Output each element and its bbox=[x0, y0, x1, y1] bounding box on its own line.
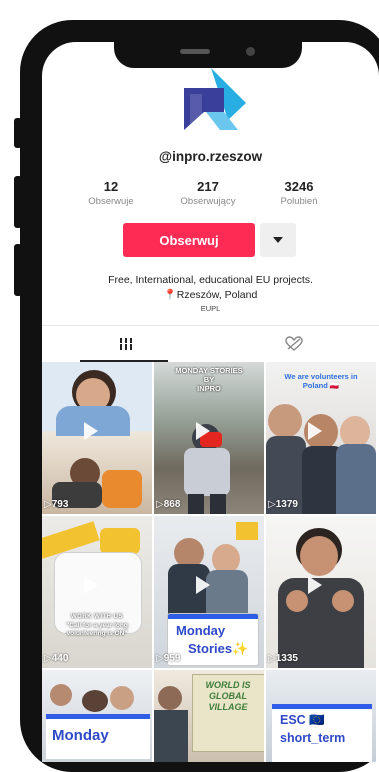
stat-followers[interactable]: 217 Obserwujący bbox=[163, 179, 253, 207]
video-tile[interactable]: Monday bbox=[42, 670, 152, 762]
video-title-overlay: MONDAY STORIES BY INPRO bbox=[160, 366, 258, 393]
stat-likes: 3246 Polubień bbox=[254, 179, 344, 207]
caret-down-icon bbox=[273, 237, 283, 243]
card-line: Stories✨ bbox=[188, 641, 249, 656]
profile-tabs bbox=[42, 325, 379, 362]
video-grid: ▷793 MONDAY STORIES BY INPRO ▷868 We are… bbox=[42, 362, 379, 762]
phone-screen: @inpro.rzeszow 12 Obserwuje 217 Obserwuj… bbox=[42, 42, 379, 762]
video-views: ▷868 bbox=[156, 499, 181, 510]
card-line: short_term bbox=[280, 731, 346, 745]
front-camera bbox=[246, 47, 255, 56]
card-line: Monday bbox=[176, 623, 226, 638]
play-icon bbox=[196, 422, 210, 440]
video-views: ▷1379 bbox=[268, 499, 298, 510]
follow-button[interactable]: Obserwuj bbox=[123, 223, 255, 257]
card-line: Monday bbox=[52, 727, 109, 744]
profile-username: @inpro.rzeszow bbox=[158, 149, 263, 164]
bio-line: Free, International, educational EU proj… bbox=[108, 274, 313, 286]
video-tile[interactable]: Monday Stories✨ ▷959 bbox=[154, 516, 264, 668]
video-title-line: INPRO bbox=[197, 384, 221, 393]
stat-likes-value: 3246 bbox=[284, 179, 314, 194]
video-caption: "Call for a year long volunteering is ON… bbox=[66, 622, 128, 637]
play-icon bbox=[84, 576, 98, 594]
video-caption: We are volunteers in Poland 🇵🇱 bbox=[284, 372, 358, 390]
speaker-grille bbox=[180, 49, 210, 54]
video-caption-top: WORK WITH US bbox=[71, 614, 123, 620]
video-views: ▷1335 bbox=[268, 653, 298, 664]
liked-videos-icon bbox=[285, 336, 303, 351]
profile-bio: Free, International, educational EU proj… bbox=[42, 273, 379, 303]
grid-icon bbox=[120, 338, 132, 350]
video-sign-text: WORLD IS GLOBAL VILLAGE bbox=[205, 680, 251, 712]
video-tile[interactable]: MONDAY STORIES BY INPRO ▷868 bbox=[154, 362, 264, 514]
video-views: ▷793 bbox=[44, 499, 69, 510]
stat-followers-label: Obserwujący bbox=[180, 196, 236, 207]
esc-card: ESC 🇪🇺 short_term bbox=[272, 704, 372, 762]
profile-avatar[interactable] bbox=[176, 68, 246, 138]
video-tile[interactable]: ▷793 bbox=[42, 362, 152, 514]
tab-liked[interactable] bbox=[210, 326, 378, 362]
video-views: ▷959 bbox=[156, 653, 181, 664]
video-tile[interactable]: We are volunteers in Poland 🇵🇱 ▷1379 bbox=[266, 362, 376, 514]
bio-link[interactable]: EUPL bbox=[42, 304, 379, 313]
tab-videos[interactable] bbox=[42, 326, 210, 362]
stat-following-value: 12 bbox=[103, 179, 119, 194]
monday-stories-card: Monday Stories✨ bbox=[168, 614, 258, 665]
video-title-line: BY bbox=[203, 375, 215, 384]
stat-likes-label: Polubień bbox=[280, 196, 318, 207]
card-line: ESC 🇪🇺 bbox=[280, 713, 325, 727]
video-tile[interactable]: WORLD IS GLOBAL VILLAGE bbox=[154, 670, 264, 762]
video-tile[interactable]: ESC 🇪🇺 short_term bbox=[266, 670, 376, 762]
video-views: ▷440 bbox=[44, 653, 69, 664]
bio-location: 📍Rzeszów, Poland bbox=[163, 289, 258, 301]
video-tile[interactable]: ▷1335 bbox=[266, 516, 376, 668]
play-icon bbox=[308, 422, 322, 440]
play-icon bbox=[196, 576, 210, 594]
monday-card: Monday bbox=[46, 714, 150, 759]
stat-followers-value: 217 bbox=[197, 179, 219, 194]
suggested-accounts-button[interactable] bbox=[260, 223, 296, 257]
stat-following-label: Obserwuje bbox=[88, 196, 134, 207]
play-icon bbox=[308, 576, 322, 594]
video-title-line: MONDAY STORIES bbox=[175, 366, 243, 375]
play-icon bbox=[84, 422, 98, 440]
video-tile[interactable]: WORK WITH US "Call for a year long volun… bbox=[42, 516, 152, 668]
stat-following[interactable]: 12 Obserwuje bbox=[66, 179, 156, 207]
phone-notch bbox=[114, 42, 302, 68]
